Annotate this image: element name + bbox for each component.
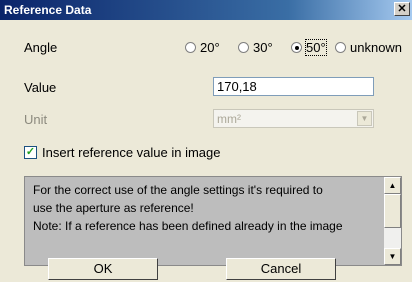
radio-30-label[interactable]: 30°: [253, 40, 273, 55]
info-line-1: For the correct use of the angle setting…: [33, 183, 323, 197]
radio-50-circle[interactable]: [291, 42, 302, 53]
scroll-thumb[interactable]: [384, 194, 401, 228]
close-button[interactable]: ✕: [394, 2, 410, 16]
radio-20-circle[interactable]: [185, 42, 196, 53]
value-input[interactable]: 170,18: [213, 77, 374, 96]
insert-reference-checkbox[interactable]: ✓: [24, 146, 37, 159]
value-label: Value: [24, 80, 57, 95]
angle-label: Angle: [24, 40, 58, 55]
info-line-2: use the aperture as reference!: [33, 201, 194, 215]
radio-unknown-circle[interactable]: [335, 42, 346, 53]
info-text-area[interactable]: For the correct use of the angle setting…: [24, 176, 402, 266]
radio-30-circle[interactable]: [238, 42, 249, 53]
unit-label: Unit: [24, 112, 48, 127]
info-text: For the correct use of the angle setting…: [33, 181, 383, 235]
scroll-down-icon[interactable]: ▼: [384, 248, 401, 265]
ok-button[interactable]: OK: [48, 258, 158, 280]
reference-data-dialog: Reference Data ✕ Angle 20° 30° 50° unkno…: [0, 0, 412, 282]
insert-reference-label[interactable]: Insert reference value in image: [42, 145, 220, 160]
unit-select[interactable]: mm² ▼: [213, 109, 374, 128]
dialog-title: Reference Data: [4, 3, 92, 17]
radio-50-label[interactable]: 50°: [305, 39, 327, 56]
info-line-3: Note: If a reference has been defined al…: [33, 219, 343, 233]
scroll-up-icon[interactable]: ▲: [384, 177, 401, 194]
radio-unknown-label[interactable]: unknown: [350, 40, 402, 55]
radio-20-label[interactable]: 20°: [200, 40, 220, 55]
cancel-button[interactable]: Cancel: [226, 258, 336, 280]
title-bar[interactable]: Reference Data ✕: [0, 0, 412, 20]
vertical-scrollbar[interactable]: ▲ ▼: [384, 177, 401, 265]
chevron-down-icon[interactable]: ▼: [357, 111, 372, 126]
unit-selected-value: mm²: [217, 112, 241, 126]
